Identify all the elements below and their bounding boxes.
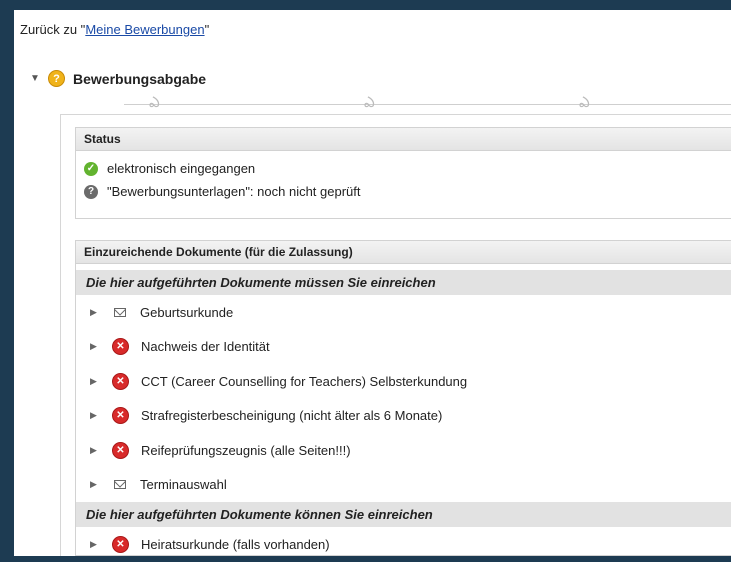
- section-divider: [124, 104, 731, 105]
- document-row[interactable]: ▶ ✕ Heiratsurkunde (falls vorhanden): [76, 527, 731, 562]
- expand-triangle-icon[interactable]: ▶: [90, 410, 112, 421]
- check-icon: ✓: [84, 161, 98, 176]
- back-suffix: ": [204, 22, 210, 37]
- expand-triangle-icon[interactable]: ▶: [90, 479, 112, 490]
- document-row[interactable]: ▶ Terminauswahl: [76, 468, 731, 503]
- decorative-swirl-icon: ఎ: [149, 94, 160, 111]
- status-row: ? "Bewerbungsunterlagen": noch nicht gep…: [76, 180, 731, 203]
- expand-triangle-icon[interactable]: ▶: [90, 341, 112, 352]
- question-icon: ?: [84, 184, 98, 199]
- document-row[interactable]: ▶ ✕ Strafregisterbescheinigung (nicht äl…: [76, 399, 731, 434]
- document-label: Heiratsurkunde (falls vorhanden): [141, 536, 330, 552]
- section-title: Bewerbungsabgabe: [73, 70, 207, 87]
- question-icon: ?: [48, 70, 65, 87]
- expand-triangle-icon[interactable]: ▶: [90, 445, 112, 456]
- expand-triangle-icon[interactable]: ▶: [90, 376, 112, 387]
- error-icon: ✕: [112, 535, 129, 553]
- required-documents-heading: Die hier aufgeführten Dokumente müssen S…: [76, 270, 731, 295]
- document-row[interactable]: ▶ Geburtsurkunde: [76, 295, 731, 330]
- collapse-triangle-icon[interactable]: ▼: [30, 73, 48, 84]
- document-label: Reifeprüfungszeugnis (alle Seiten!!!): [141, 442, 351, 458]
- document-label: CCT (Career Counselling for Teachers) Se…: [141, 373, 468, 389]
- documents-panel: Einzureichende Dokumente (für die Zulass…: [75, 240, 731, 556]
- status-panel-header: Status: [76, 128, 731, 151]
- back-link-row: Zurück zu "Meine Bewerbungen": [20, 22, 209, 37]
- expand-triangle-icon[interactable]: ▶: [90, 307, 112, 318]
- optional-documents-heading: Die hier aufgeführten Dokumente können S…: [76, 502, 731, 527]
- document-row[interactable]: ▶ ✕ CCT (Career Counselling for Teachers…: [76, 364, 731, 399]
- decorative-swirl-icon: ఎ: [579, 94, 590, 111]
- mail-icon: [114, 307, 126, 317]
- status-text: "Bewerbungsunterlagen": noch nicht geprü…: [107, 184, 361, 199]
- document-label: Nachweis der Identität: [141, 339, 270, 355]
- error-icon: ✕: [112, 407, 129, 425]
- error-icon: ✕: [112, 441, 129, 459]
- section-body: Status ✓ elektronisch eingegangen ? "Bew…: [60, 114, 731, 556]
- status-panel: Status ✓ elektronisch eingegangen ? "Bew…: [75, 127, 731, 219]
- error-icon: ✕: [112, 338, 129, 356]
- back-link-meine-bewerbungen[interactable]: Meine Bewerbungen: [85, 22, 204, 37]
- status-text: elektronisch eingegangen: [107, 161, 256, 176]
- expand-triangle-icon[interactable]: ▶: [90, 539, 112, 550]
- section-header[interactable]: ▼ ? Bewerbungsabgabe: [30, 70, 206, 87]
- status-row: ✓ elektronisch eingegangen: [76, 157, 731, 180]
- documents-panel-header: Einzureichende Dokumente (für die Zulass…: [76, 241, 731, 264]
- content-frame: Zurück zu "Meine Bewerbungen" ▼ ? Bewerb…: [14, 10, 731, 556]
- document-label: Terminauswahl: [140, 477, 227, 493]
- mail-icon: [114, 480, 126, 490]
- back-prefix: Zurück zu ": [20, 22, 86, 37]
- decorative-swirl-icon: ఎ: [364, 94, 375, 111]
- document-label: Geburtsurkunde: [140, 304, 234, 320]
- document-label: Strafregisterbescheinigung (nicht älter …: [141, 408, 443, 424]
- error-icon: ✕: [112, 372, 129, 390]
- document-row[interactable]: ▶ ✕ Reifeprüfungszeugnis (alle Seiten!!!…: [76, 433, 731, 468]
- document-row[interactable]: ▶ ✕ Nachweis der Identität: [76, 330, 731, 365]
